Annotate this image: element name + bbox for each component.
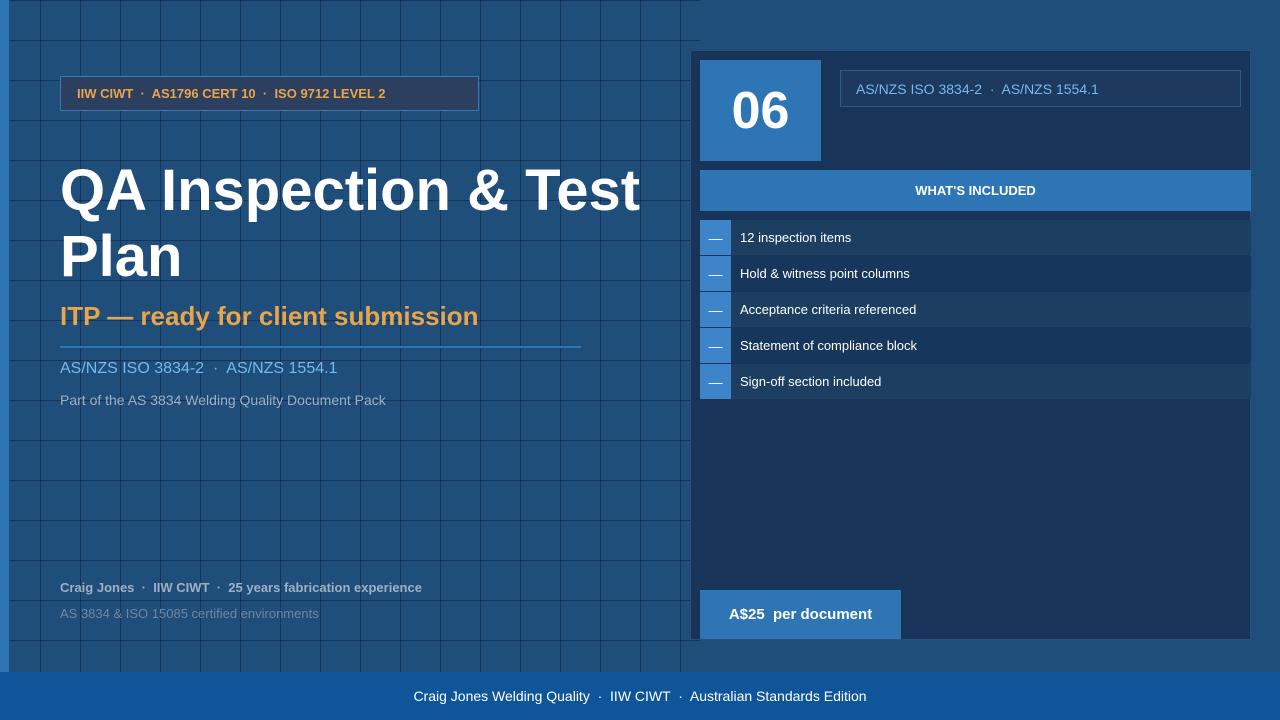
- certified-environments-note: AS 3834 & ISO 15085 certified environmen…: [60, 606, 319, 621]
- price-button[interactable]: A$25 per document: [700, 590, 901, 639]
- list-item: — Hold & witness point columns: [700, 256, 1251, 291]
- document-number-badge: 06: [700, 60, 821, 161]
- included-items-list: — 12 inspection items — Hold & witness p…: [700, 220, 1251, 400]
- list-item-label: 12 inspection items: [740, 230, 852, 245]
- dash-bullet-icon: —: [700, 364, 731, 399]
- author-credentials: Craig Jones · IIW CIWT · 25 years fabric…: [60, 580, 422, 595]
- list-item-label: Hold & witness point columns: [740, 266, 910, 281]
- list-item-label: Statement of compliance block: [740, 338, 918, 353]
- certification-badge: IIW CIWT · AS1796 CERT 10 · ISO 9712 LEV…: [60, 76, 479, 111]
- dash-bullet-icon: —: [700, 256, 731, 291]
- footer-bar: Craig Jones Welding Quality · IIW CIWT ·…: [0, 672, 1280, 720]
- dash-bullet-icon: —: [700, 292, 731, 327]
- page-subtitle: ITP — ready for client submission: [60, 301, 479, 331]
- document-pack-note: Part of the AS 3834 Welding Quality Docu…: [60, 392, 386, 408]
- dash-bullet-icon: —: [700, 328, 731, 363]
- list-item-label: Acceptance criteria referenced: [740, 302, 917, 317]
- left-accent-bar: [0, 0, 9, 672]
- list-item: — Sign-off section included: [700, 364, 1251, 399]
- page-title: QA Inspection & Test Plan: [60, 158, 641, 289]
- list-item: — 12 inspection items: [700, 220, 1251, 255]
- list-item: — Statement of compliance block: [700, 328, 1251, 363]
- whats-included-header: WHAT'S INCLUDED: [700, 170, 1251, 211]
- dash-bullet-icon: —: [700, 220, 731, 255]
- list-item-label: Sign-off section included: [740, 374, 882, 389]
- title-divider: [60, 346, 581, 348]
- list-item: — Acceptance criteria referenced: [700, 292, 1251, 327]
- panel-standards-tag: AS/NZS ISO 3834-2 · AS/NZS 1554.1: [840, 70, 1241, 107]
- standards-reference: AS/NZS ISO 3834-2 · AS/NZS 1554.1: [60, 360, 338, 377]
